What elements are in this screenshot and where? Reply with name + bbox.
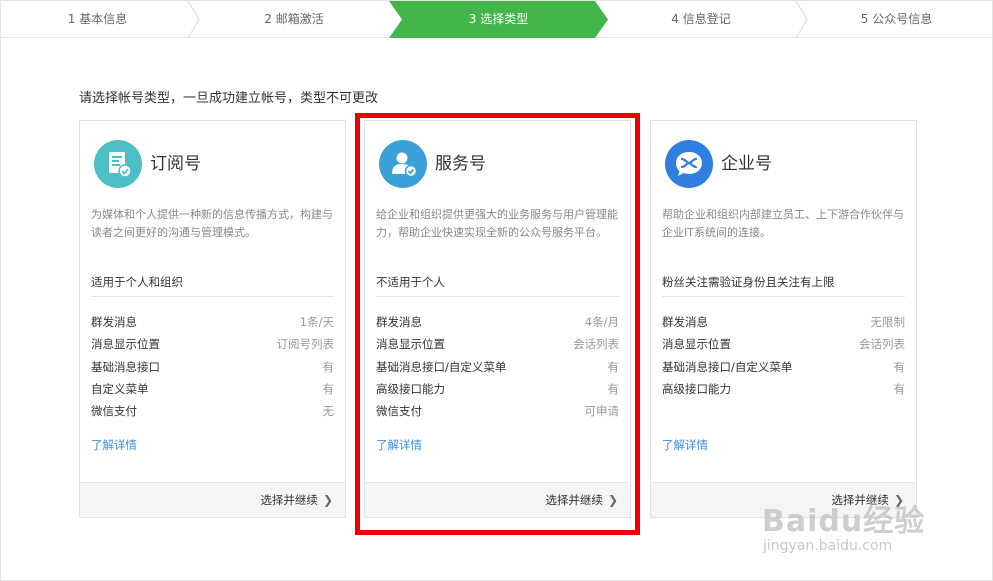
feature-name: 自定义菜单 bbox=[91, 381, 149, 396]
feature-name: 消息显示位置 bbox=[662, 337, 731, 352]
feature-name: 群发消息 bbox=[662, 315, 708, 329]
divider bbox=[662, 296, 905, 297]
highlight-box bbox=[355, 113, 640, 535]
feature-row: 基础消息接口/自定义菜单 有 bbox=[662, 359, 905, 381]
watermark-url: jingyan.baidu.com bbox=[763, 538, 893, 554]
feature-value: 会话列表 bbox=[859, 337, 905, 352]
instruction-text: 请选择帐号类型，一旦成功建立帐号，类型不可更改 bbox=[79, 91, 379, 106]
feature-list: 群发消息 1条/天 消息显示位置 订阅号列表 基础消息接口有 自定义菜单有 微信支付… bbox=[91, 314, 334, 425]
card-footer: 选择并继续 ❯ bbox=[80, 482, 345, 517]
feature-name: 基础消息接口/自定义菜单 bbox=[662, 359, 793, 374]
step-label: 1 基本信息 bbox=[67, 12, 128, 26]
divider bbox=[91, 296, 334, 297]
feature-row: 微信支付 无 bbox=[91, 403, 334, 425]
step-label: 2 邮箱激活 bbox=[264, 12, 324, 26]
feature-name: 微信支付 bbox=[91, 404, 137, 419]
step-choose-type: 3 选择类型 bbox=[396, 1, 601, 38]
select-continue-label: 选择并继续 bbox=[260, 493, 318, 507]
step-account-info: 5 公众号信息 bbox=[801, 1, 992, 38]
feature-name: 群发消息 bbox=[91, 315, 137, 329]
card-header: 企业号 bbox=[651, 121, 916, 201]
feature-row: 消息显示位置 订阅号列表 bbox=[91, 336, 334, 358]
feature-name: 基础消息接口 bbox=[91, 359, 160, 374]
card-description: 为媒体和个人提供一种新的信息传播方式，构建与读者之间更好的沟通与管理模式。 bbox=[91, 208, 333, 239]
feature-value: 订阅号列表 bbox=[276, 337, 335, 352]
learn-more-link[interactable]: 了解详情 bbox=[91, 437, 137, 453]
feature-row: 基础消息接口 有 bbox=[91, 359, 334, 381]
card-title: 企业号 bbox=[721, 154, 772, 174]
card-subscription: 订阅号 为媒体和个人提供一种新的信息传播方式，构建与读者之间更好的沟通与管理模式… bbox=[79, 120, 346, 518]
watermark-brand: Baidu经验 bbox=[762, 504, 926, 539]
card-suitability: 粉丝关注需验证身份且关注有上限 bbox=[662, 275, 835, 289]
feature-row: 高级接口能力 有 bbox=[662, 381, 905, 403]
step-label: 4 信息登记 bbox=[671, 12, 731, 26]
card-header: 订阅号 bbox=[80, 121, 345, 201]
feature-value: 有 bbox=[893, 381, 906, 396]
step-label: 3 选择类型 bbox=[468, 12, 529, 26]
feature-value: 有 bbox=[322, 359, 335, 374]
card-description: 帮助企业和组织内部建立员工、上下游合作伙伴与企业IT系统间的连接。 bbox=[662, 208, 904, 239]
feature-row: 自定义菜单 有 bbox=[91, 381, 334, 403]
feature-value: 1条/天 bbox=[299, 315, 334, 329]
select-continue-button[interactable]: 选择并继续 ❯ bbox=[260, 492, 333, 508]
step-label: 5 公众号信息 bbox=[860, 12, 933, 26]
feature-value: 无限制 bbox=[870, 315, 906, 329]
feature-value: 有 bbox=[893, 359, 906, 374]
feature-name: 高级接口能力 bbox=[662, 381, 731, 396]
feature-row: 群发消息 1条/天 bbox=[91, 314, 334, 336]
feature-name: 消息显示位置 bbox=[91, 337, 160, 352]
feature-value: 有 bbox=[322, 381, 335, 396]
card-suitability: 适用于个人和组织 bbox=[91, 275, 183, 289]
enterprise-chat-icon bbox=[665, 140, 713, 188]
feature-value: 无 bbox=[322, 404, 335, 419]
document-check-icon bbox=[94, 140, 142, 188]
step-info-registration: 4 信息登记 bbox=[601, 1, 801, 38]
step-email-activation: 2 邮箱激活 bbox=[194, 1, 394, 38]
feature-row: 群发消息 无限制 bbox=[662, 314, 905, 336]
feature-row: 消息显示位置 会话列表 bbox=[662, 336, 905, 358]
card-title: 订阅号 bbox=[150, 154, 201, 174]
learn-more-link[interactable]: 了解详情 bbox=[662, 437, 708, 453]
card-enterprise: 企业号 帮助企业和组织内部建立员工、上下游合作伙伴与企业IT系统间的连接。 粉丝… bbox=[650, 120, 917, 518]
step-basic-info: 1 基本信息 bbox=[1, 1, 194, 38]
baidu-watermark: Baidu经验 jingyan.baidu.com bbox=[762, 496, 962, 566]
registration-steps: 1 基本信息 2 邮箱激活 3 选择类型 4 信息登记 5 公众号信息 bbox=[1, 1, 992, 38]
feature-list: 群发消息 无限制 消息显示位置 会话列表 基础消息接口/自定义菜单有 高级接口能力有 bbox=[662, 314, 905, 403]
chevron-right-icon: ❯ bbox=[322, 493, 333, 507]
